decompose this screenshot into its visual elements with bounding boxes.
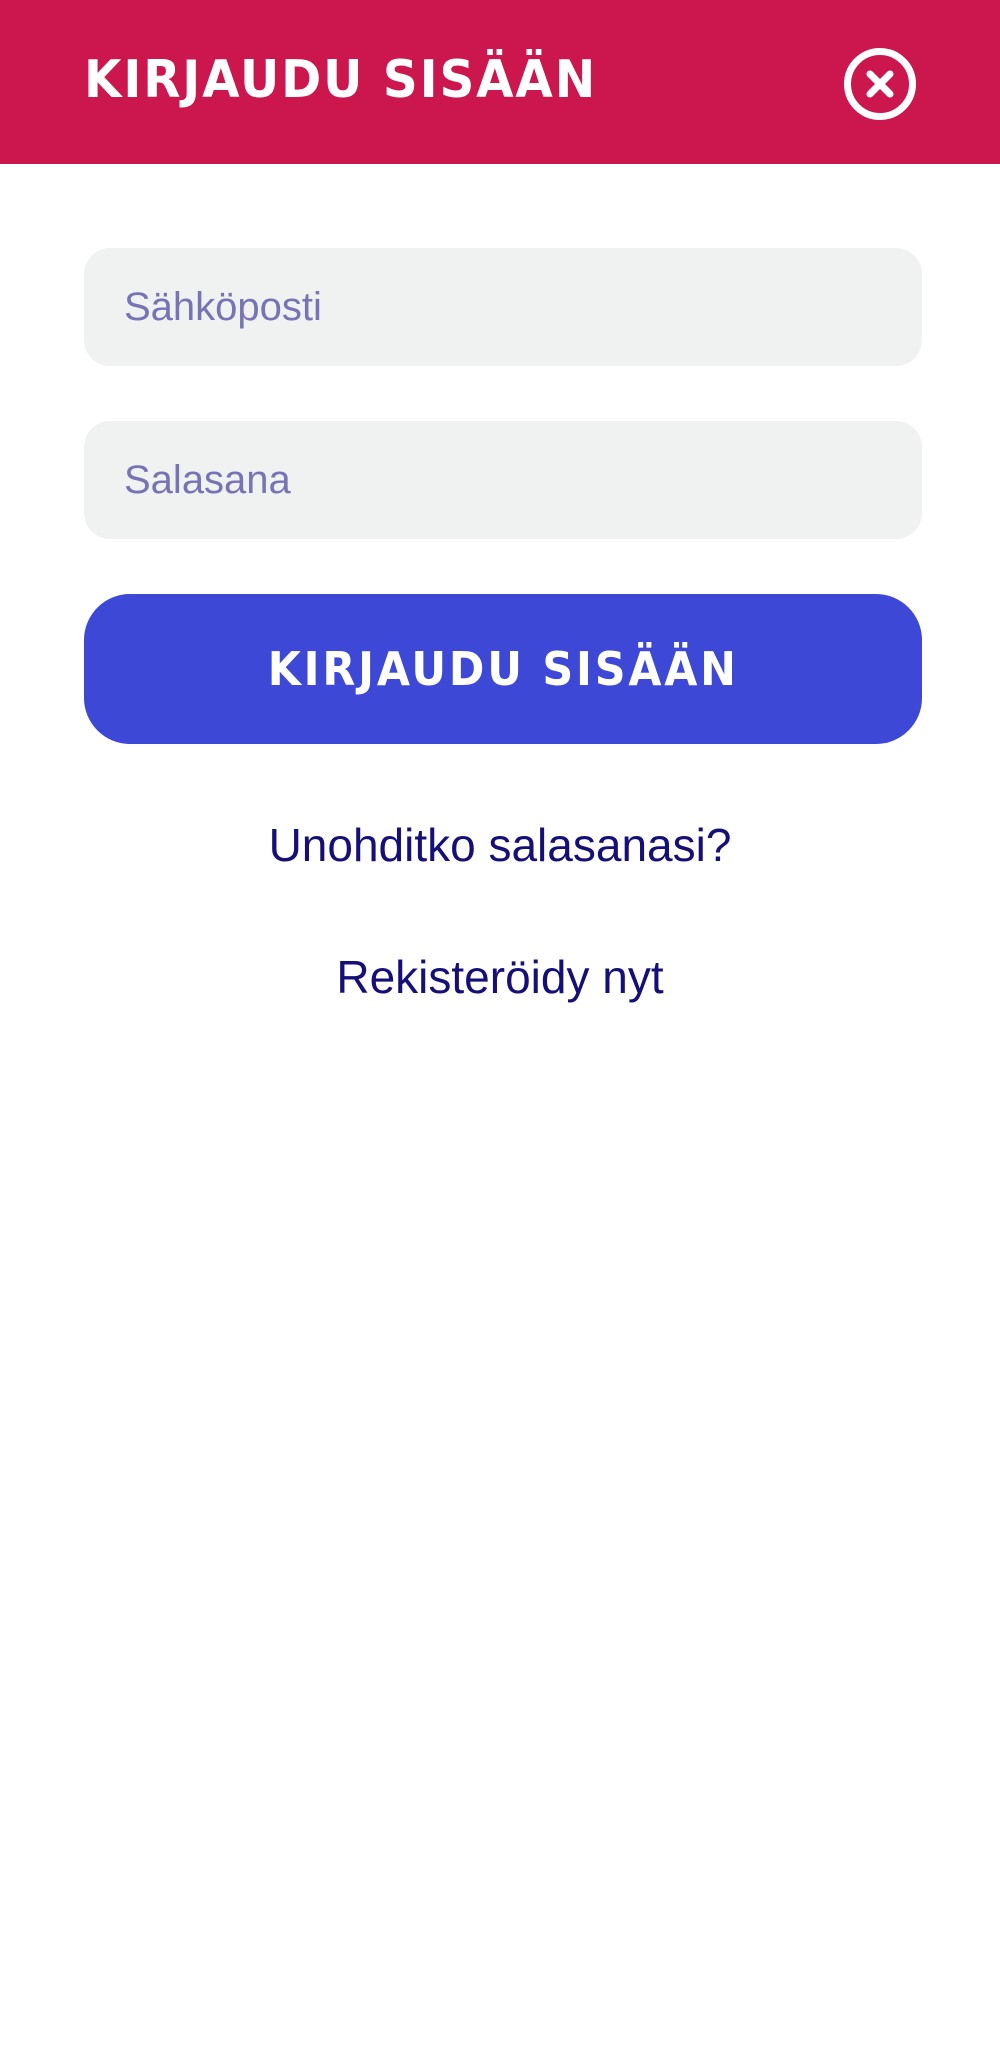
close-icon bbox=[866, 70, 894, 98]
password-field-container bbox=[84, 421, 922, 539]
login-header: KIRJAUDU SISÄÄN bbox=[0, 0, 1000, 164]
login-button-label: KIRJAUDU SISÄÄN bbox=[267, 642, 739, 696]
register-link[interactable]: Rekisteröidy nyt bbox=[0, 950, 1000, 1004]
password-input[interactable] bbox=[124, 421, 922, 539]
page-title: KIRJAUDU SISÄÄN bbox=[84, 50, 598, 110]
email-field-container bbox=[84, 248, 922, 366]
email-input[interactable] bbox=[124, 248, 922, 366]
forgot-password-link[interactable]: Unohditko salasanasi? bbox=[0, 818, 1000, 872]
login-button[interactable]: KIRJAUDU SISÄÄN bbox=[84, 594, 922, 744]
close-button[interactable] bbox=[844, 48, 916, 120]
